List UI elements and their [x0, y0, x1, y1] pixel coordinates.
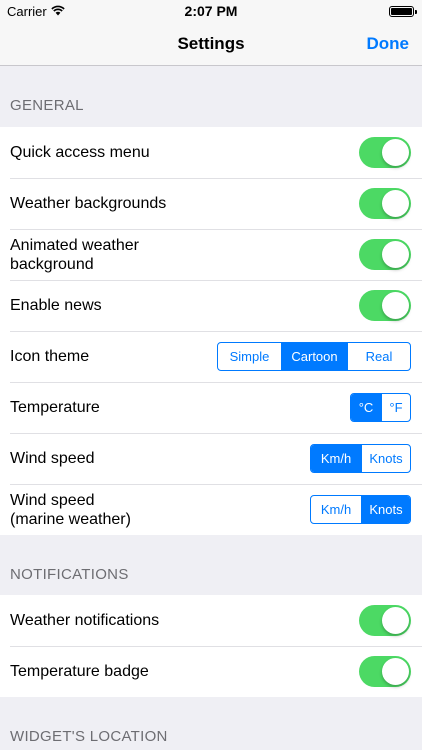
row-label: Animated weather background	[10, 236, 139, 273]
wind-speed-knots[interactable]: Knots	[361, 445, 410, 472]
wind-speed-marine-segmented-control: Km/h Knots	[310, 495, 411, 524]
wind-speed-segmented-control: Km/h Knots	[310, 444, 411, 473]
row-label: Temperature badge	[10, 663, 149, 680]
done-button[interactable]: Done	[367, 34, 410, 54]
row-label: Icon theme	[10, 348, 90, 365]
weather-backgrounds-row: Weather backgrounds	[0, 178, 422, 229]
row-label: Weather notifications	[10, 612, 160, 629]
row-label: Temperature	[10, 399, 100, 416]
row-label: Wind speed	[10, 450, 95, 467]
page-title: Settings	[177, 34, 245, 53]
weather-notifications-toggle[interactable]	[359, 605, 411, 636]
quick-access-toggle[interactable]	[359, 137, 411, 168]
temperature-row: Temperature °C °F	[0, 382, 422, 433]
icon-theme-cartoon[interactable]: Cartoon	[281, 343, 347, 370]
icon-theme-simple[interactable]: Simple	[218, 343, 281, 370]
section-header-widget-location: WIDGET'S LOCATION	[10, 728, 168, 745]
row-label: Enable news	[10, 297, 102, 314]
section-header-notifications: NOTIFICATIONS	[10, 566, 129, 583]
enable-news-toggle[interactable]	[359, 290, 411, 321]
animated-background-toggle[interactable]	[359, 239, 411, 270]
icon-theme-segmented-control: Simple Cartoon Real	[217, 342, 411, 371]
wind-speed-marine-knots[interactable]: Knots	[361, 496, 410, 523]
wind-speed-kmh[interactable]: Km/h	[311, 445, 361, 472]
icon-theme-row: Icon theme Simple Cartoon Real	[0, 331, 422, 382]
status-time: 2:07 PM	[184, 3, 238, 19]
quick-access-row: Quick access menu	[0, 127, 422, 178]
weather-notifications-row: Weather notifications	[0, 595, 422, 646]
icon-theme-real[interactable]: Real	[347, 343, 410, 370]
general-group: Quick access menu Weather backgrounds An…	[0, 127, 422, 535]
temperature-badge-row: Temperature badge	[0, 646, 422, 697]
status-bar: Carrier 2:07 PM	[0, 0, 422, 22]
wind-speed-row: Wind speed Km/h Knots	[0, 433, 422, 484]
weather-backgrounds-toggle[interactable]	[359, 188, 411, 219]
row-label: Weather backgrounds	[10, 195, 167, 212]
animated-background-row: Animated weather background	[0, 229, 422, 280]
battery-icon	[389, 6, 417, 17]
wind-speed-marine-kmh[interactable]: Km/h	[311, 496, 361, 523]
temperature-fahrenheit[interactable]: °F	[381, 394, 410, 421]
temperature-segmented-control: °C °F	[350, 393, 411, 422]
temperature-badge-toggle[interactable]	[359, 656, 411, 687]
navigation-bar: Settings Done	[0, 22, 422, 66]
notifications-group: Weather notifications Temperature badge	[0, 595, 422, 697]
enable-news-row: Enable news	[0, 280, 422, 331]
row-label: Wind speed (marine weather)	[10, 491, 131, 528]
row-label: Quick access menu	[10, 144, 150, 161]
section-header-general: GENERAL	[10, 97, 84, 114]
temperature-celsius[interactable]: °C	[351, 394, 381, 421]
wind-speed-marine-row: Wind speed (marine weather) Km/h Knots	[0, 484, 422, 535]
